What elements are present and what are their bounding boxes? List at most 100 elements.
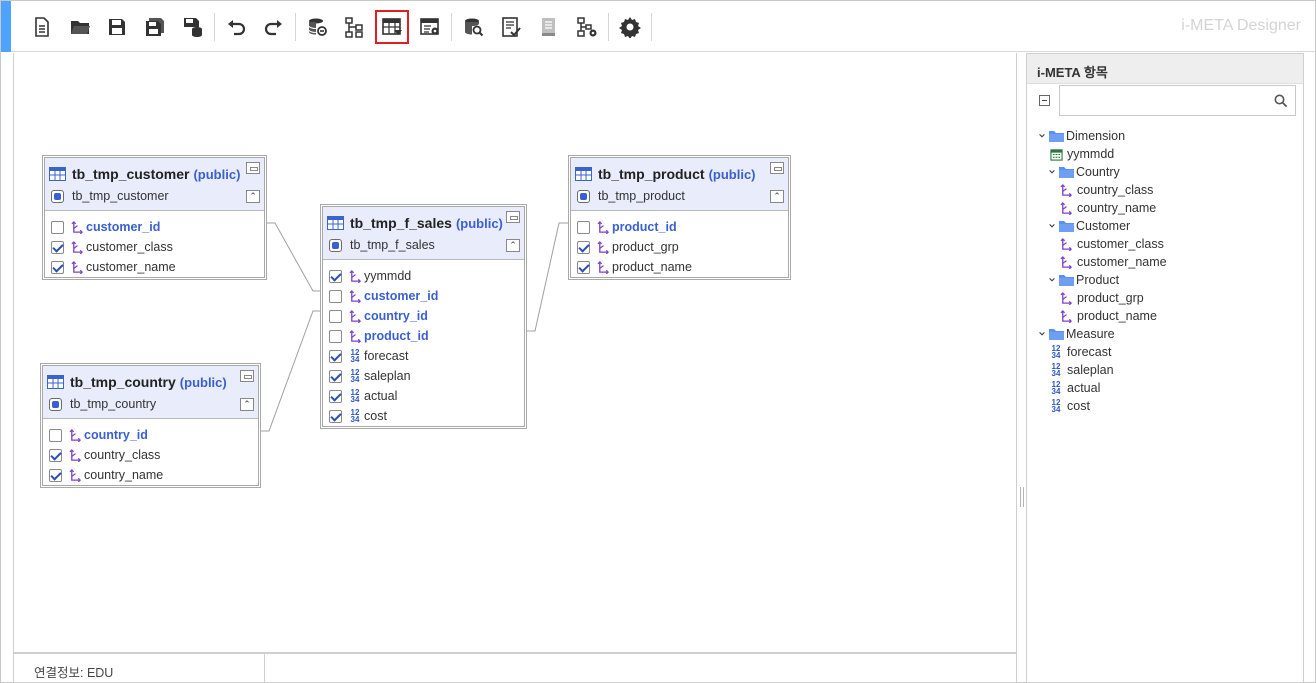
collapse-button[interactable]: ⌃ [506,239,520,252]
hierarchy-icon[interactable] [337,10,371,44]
column-row[interactable]: customer_class [51,237,264,257]
tree-item[interactable]: product_grp [1037,289,1303,307]
alias-radio[interactable] [51,189,64,203]
dimension-type-icon [1059,183,1073,197]
open-folder-icon[interactable] [63,10,97,44]
tree-folder[interactable]: Customer [1037,217,1303,235]
collapse-button[interactable]: ⌃ [240,398,254,411]
tree-item[interactable]: customer_name [1037,253,1303,271]
column-checkbox[interactable] [329,289,342,303]
table-node-product[interactable]: tb_tmp_product (public) tb_tmp_product ⌃… [568,155,791,280]
column-checkbox[interactable] [49,468,62,482]
collapse-all-button[interactable] [1039,95,1050,106]
column-checkbox[interactable] [51,260,64,274]
table-node-customer[interactable]: tb_tmp_customer (public) tb_tmp_customer… [42,155,267,280]
column-row[interactable]: customer_id [51,217,264,237]
table-header[interactable]: tb_tmp_f_sales (public) tb_tmp_f_sales ⌃ [323,207,524,260]
chevron-down-icon[interactable] [1047,275,1057,285]
chevron-down-icon[interactable] [1037,329,1047,339]
table-filter-icon[interactable] [375,10,409,44]
column-checkbox[interactable] [51,240,64,254]
table-settings-icon[interactable] [413,10,447,44]
alias-radio[interactable] [49,397,62,411]
tree-settings-icon[interactable] [570,10,604,44]
tree-item[interactable]: yymmdd [1037,145,1303,163]
tree-folder[interactable]: Product [1037,271,1303,289]
column-row[interactable]: yymmdd [329,266,524,286]
alias-radio[interactable] [577,189,590,203]
column-checkbox[interactable] [329,369,342,383]
chevron-down-icon[interactable] [1047,221,1057,231]
column-row[interactable]: product_grp [577,237,788,257]
chevron-down-icon[interactable] [1047,167,1057,177]
column-checkbox[interactable] [329,349,342,363]
column-row[interactable]: product_id [329,326,524,346]
table-icon [327,216,344,230]
datasource-link-icon[interactable] [300,10,334,44]
tree-item[interactable]: 12 34 actual [1037,379,1303,397]
minimize-button[interactable] [506,211,520,223]
column-checkbox[interactable] [51,220,64,234]
collapse-button[interactable]: ⌃ [246,190,260,203]
column-row[interactable]: product_name [577,257,788,277]
tree-item[interactable]: customer_class [1037,235,1303,253]
collapse-button[interactable]: ⌃ [770,190,784,203]
search-icon[interactable] [1274,94,1288,108]
search-input[interactable] [1060,86,1260,115]
column-row[interactable]: country_id [49,425,258,445]
column-checkbox[interactable] [329,389,342,403]
gear-icon[interactable] [613,10,647,44]
document-icon[interactable] [532,10,566,44]
column-row[interactable]: product_id [577,217,788,237]
undo-icon[interactable] [219,10,253,44]
chevron-down-icon[interactable] [1037,131,1047,141]
column-row[interactable]: country_id [329,306,524,326]
tree-folder[interactable]: Dimension [1037,127,1303,145]
table-header[interactable]: tb_tmp_country (public) tb_tmp_country ⌃ [43,366,258,419]
column-row[interactable]: 12 34 cost [329,406,524,426]
column-checkbox[interactable] [577,260,590,274]
checklist-icon[interactable] [494,10,528,44]
column-row[interactable]: country_name [49,465,258,485]
column-checkbox[interactable] [329,309,342,323]
tree-item[interactable]: country_name [1037,199,1303,217]
calendar-icon [1049,147,1063,161]
table-node-f-sales[interactable]: tb_tmp_f_sales (public) tb_tmp_f_sales ⌃… [320,204,527,429]
tree-item[interactable]: product_name [1037,307,1303,325]
minimize-button[interactable] [240,370,254,382]
column-checkbox[interactable] [329,269,342,283]
tree-folder[interactable]: Measure [1037,325,1303,343]
save-icon[interactable] [100,10,134,44]
save-all-icon[interactable] [138,10,172,44]
column-checkbox[interactable] [577,220,590,234]
tree-item[interactable]: 12 34 forecast [1037,343,1303,361]
column-checkbox[interactable] [49,428,62,442]
minimize-button[interactable] [246,162,260,174]
column-row[interactable]: customer_name [51,257,264,277]
tree-item[interactable]: 12 34 cost [1037,397,1303,415]
tree-item[interactable]: country_class [1037,181,1303,199]
tree-item[interactable]: 12 34 saleplan [1037,361,1303,379]
column-row[interactable]: customer_id [329,286,524,306]
column-checkbox[interactable] [577,240,590,254]
column-row[interactable]: 12 34 actual [329,386,524,406]
table-header[interactable]: tb_tmp_customer (public) tb_tmp_customer… [45,158,264,211]
column-checkbox[interactable] [329,409,342,423]
column-list: country_id country_class country_name [43,419,258,489]
table-node-country[interactable]: tb_tmp_country (public) tb_tmp_country ⌃… [40,363,261,488]
minimize-button[interactable] [770,162,784,174]
redo-icon[interactable] [257,10,291,44]
new-document-icon[interactable] [25,10,59,44]
column-checkbox[interactable] [49,448,62,462]
dimension-type-icon [596,220,610,234]
tree-folder[interactable]: Country [1037,163,1303,181]
table-header[interactable]: tb_tmp_product (public) tb_tmp_product ⌃ [571,158,788,211]
column-row[interactable]: 12 34 forecast [329,346,524,366]
alias-radio[interactable] [329,238,342,252]
column-row[interactable]: country_class [49,445,258,465]
column-row[interactable]: 12 34 saleplan [329,366,524,386]
db-search-icon[interactable] [456,10,490,44]
save-to-db-icon[interactable] [176,10,210,44]
panel-splitter-handle[interactable] [1019,487,1025,507]
column-checkbox[interactable] [329,329,342,343]
